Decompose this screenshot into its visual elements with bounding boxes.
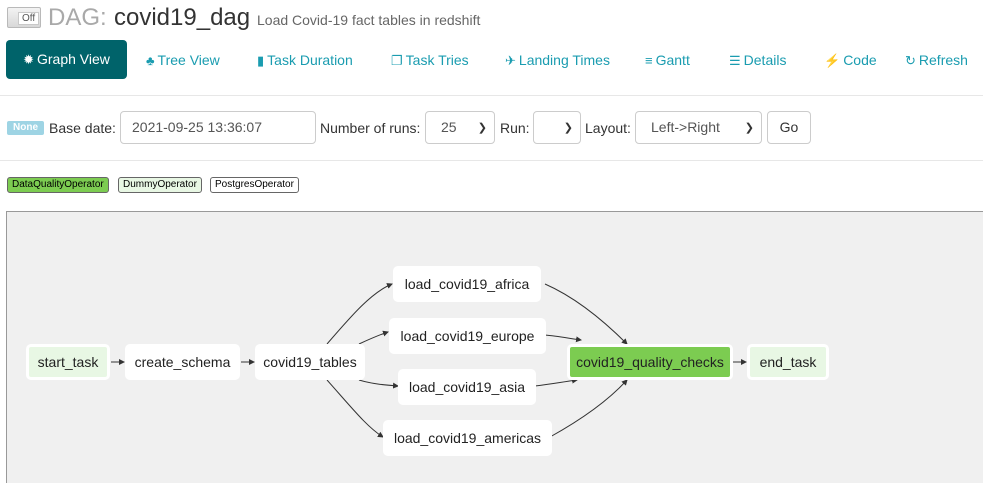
state-badge: None: [7, 121, 44, 135]
tab-code[interactable]: ⚡ Code: [824, 41, 877, 79]
divider: [0, 160, 983, 161]
edge-tables-europe: [358, 330, 389, 345]
flash-icon: ⚡: [824, 53, 841, 68]
run-label: Run:: [500, 120, 530, 136]
align-left-icon: ≡: [645, 53, 653, 68]
task-node-covid19-quality-checks[interactable]: covid19_quality_checks: [567, 344, 733, 380]
tab-refresh[interactable]: ↻ Refresh: [905, 41, 968, 79]
dag-pause-toggle[interactable]: Off: [7, 7, 41, 28]
task-node-load-covid19-africa[interactable]: load_covid19_africa: [393, 266, 541, 302]
layout-label: Layout:: [585, 120, 631, 136]
task-node-load-covid19-americas[interactable]: load_covid19_americas: [383, 420, 552, 456]
list-icon: ☰: [729, 53, 741, 68]
tab-label: Task Duration: [267, 52, 353, 68]
tree-icon: ♣: [146, 53, 155, 68]
task-node-covid19-tables[interactable]: covid19_tables: [255, 344, 365, 380]
tab-graph-view[interactable]: ✹ Graph View: [6, 40, 127, 79]
chevron-down-icon: ❯: [477, 122, 487, 134]
legend-postgres-operator: PostgresOperator: [210, 177, 299, 193]
tab-label: Task Tries: [405, 52, 469, 68]
tab-tree-view[interactable]: ♣ Tree View: [146, 41, 220, 79]
layout-value: Left->Right: [651, 119, 720, 135]
refresh-icon: ↻: [905, 53, 916, 68]
asterisk-icon: ✹: [23, 52, 34, 67]
toggle-label: Off: [18, 12, 40, 25]
tab-task-tries[interactable]: ❐ Task Tries: [391, 41, 469, 79]
base-date-input[interactable]: 2021-09-25 13:36:07: [120, 111, 316, 144]
edge-tables-africa: [326, 283, 393, 345]
base-date-label: Base date:: [49, 120, 116, 136]
dag-title: covid19_dag: [114, 4, 251, 31]
num-runs-label: Number of runs:: [320, 120, 421, 136]
dag-prefix: DAG:: [48, 4, 107, 31]
dag-graph-canvas[interactable]: start_task create_schema covid19_tables …: [6, 211, 983, 483]
edge-americas-checks: [549, 379, 628, 438]
task-node-start-task[interactable]: start_task: [26, 344, 110, 380]
divider: [0, 95, 983, 96]
plane-icon: ✈: [505, 53, 516, 68]
legend-data-quality-operator: DataQualityOperator: [7, 177, 109, 193]
num-runs-value: 25: [441, 119, 457, 135]
legend-dummy-operator: DummyOperator: [118, 177, 202, 193]
tab-label: Refresh: [918, 52, 968, 68]
tab-label: Gantt: [655, 52, 690, 68]
edge-europe-checks: [544, 334, 582, 343]
dag-description: Load Covid-19 fact tables in redshift: [257, 12, 481, 28]
tab-label: Landing Times: [518, 52, 610, 68]
chevron-down-icon: ❯: [563, 122, 573, 134]
go-button[interactable]: Go: [767, 111, 811, 144]
task-node-create-schema[interactable]: create_schema: [125, 344, 240, 380]
duplicate-icon: ❐: [391, 53, 403, 68]
tab-label: Graph View: [37, 51, 110, 67]
bar-chart-icon: ▮: [257, 53, 265, 68]
edge-asia-checks: [534, 377, 578, 387]
tab-label: Code: [843, 52, 877, 68]
edge-tables-asia: [358, 379, 399, 389]
task-node-end-task[interactable]: end_task: [747, 344, 829, 380]
layout-select[interactable]: Left->Right ❯: [635, 111, 762, 144]
task-node-load-covid19-europe[interactable]: load_covid19_europe: [389, 318, 546, 354]
tab-details[interactable]: ☰ Details: [729, 41, 786, 79]
run-select[interactable]: ❯: [533, 111, 581, 144]
edge-tables-americas: [326, 379, 384, 438]
task-node-load-covid19-asia[interactable]: load_covid19_asia: [398, 369, 536, 405]
tab-task-duration[interactable]: ▮ Task Duration: [257, 41, 353, 79]
tab-landing-times[interactable]: ✈ Landing Times: [505, 41, 610, 79]
tab-label: Details: [743, 52, 787, 68]
num-runs-select[interactable]: 25 ❯: [425, 111, 495, 144]
tab-gantt[interactable]: ≡ Gantt: [645, 41, 690, 79]
chevron-down-icon: ❯: [744, 122, 754, 134]
tab-label: Tree View: [157, 52, 220, 68]
edge-africa-checks: [544, 283, 628, 345]
